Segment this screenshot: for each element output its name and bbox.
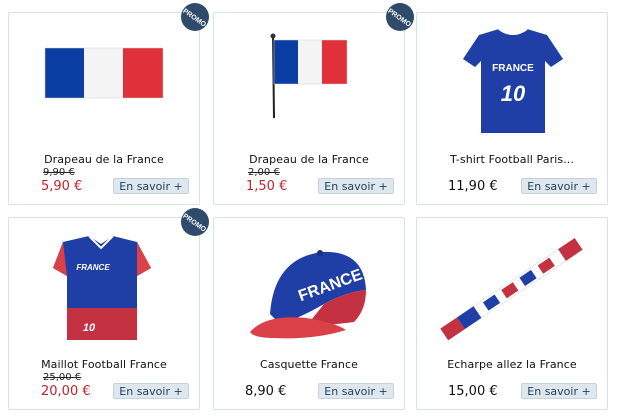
shirt-number: 10 [501,81,526,106]
more-info-button[interactable]: En savoir + [521,383,597,399]
more-info-button[interactable]: En savoir + [113,383,189,399]
price: 8,90 € [245,384,287,399]
product-card[interactable]: Echarpe allez la France 15,00 € En savoi… [416,217,608,410]
shirt-text: FRANCE [76,263,110,272]
product-title[interactable]: Echarpe allez la France [417,358,607,371]
product-image-scarf[interactable] [417,218,607,358]
product-title[interactable]: T-shirt Football Paris... [417,153,607,166]
product-card[interactable]: FRANCE 10 Maillot Football France 25,00 … [8,208,209,410]
more-info-button[interactable]: En savoir + [113,178,189,194]
product-card[interactable]: Drapeau de la France 2,00 € 1,50 € En sa… [213,3,414,205]
promo-price: 20,00 € [41,384,91,399]
shirt-text: FRANCE [492,63,534,74]
price: 15,00 € [448,384,498,399]
more-info-button[interactable]: En savoir + [318,383,394,399]
product-title[interactable]: Casquette France [214,358,404,371]
promo-badge: PROMO [181,3,209,31]
product-image-flag[interactable] [9,13,199,153]
product-image-tshirt[interactable]: FRANCE 10 [417,13,607,153]
product-title[interactable]: Maillot Football France [9,358,199,371]
old-price: 2,00 € [248,167,280,178]
product-image-jersey[interactable]: FRANCE 10 [9,218,199,358]
promo-price: 1,50 € [246,179,288,194]
product-title[interactable]: Drapeau de la France [9,153,199,166]
promo-badge: PROMO [386,3,414,31]
product-title[interactable]: Drapeau de la France [214,153,404,166]
promo-price: 5,90 € [41,179,83,194]
promo-badge: PROMO [181,208,209,236]
more-info-button[interactable]: En savoir + [521,178,597,194]
price: 11,90 € [448,179,498,194]
old-price: 9,90 € [43,167,75,178]
product-image-flag-stick[interactable] [214,13,404,153]
more-info-button[interactable]: En savoir + [318,178,394,194]
product-image-cap[interactable]: FRANCE [214,218,404,358]
old-price: 25,00 € [43,372,82,383]
shirt-number: 10 [83,322,96,334]
product-card[interactable]: FRANCE 10 T-shirt Football Paris... 11,9… [416,12,608,205]
product-card[interactable]: Drapeau de la France 9,90 € 5,90 € En sa… [8,3,209,205]
product-card[interactable]: FRANCE Casquette France 8,90 € En savoir… [213,217,405,410]
